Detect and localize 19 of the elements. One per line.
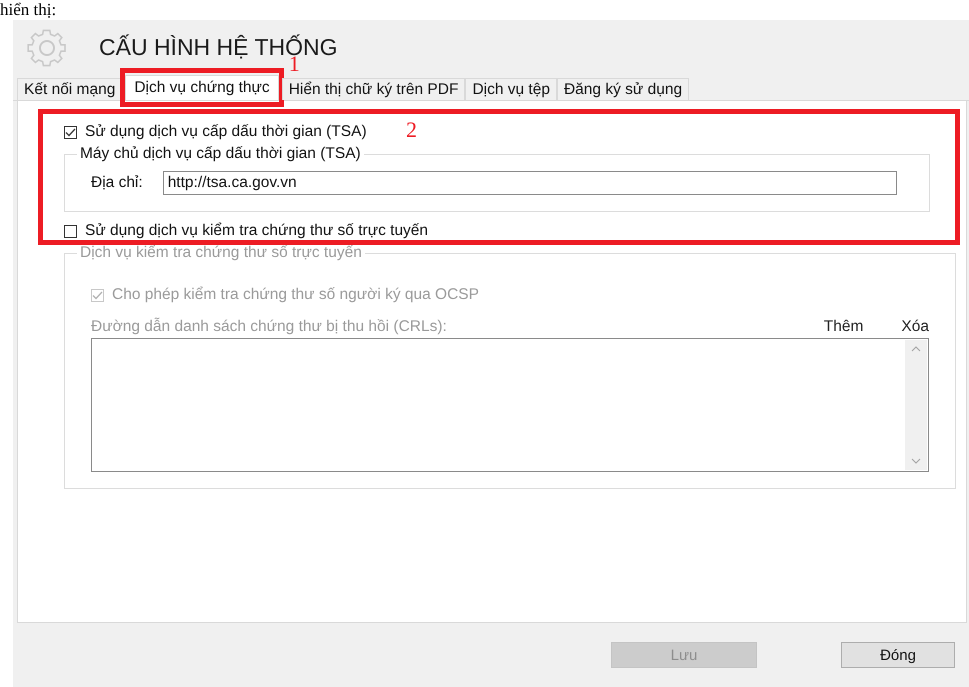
- tab[interactable]: Hiển thị chữ ký trên PDF: [282, 78, 466, 100]
- tab[interactable]: Dịch vụ chứng thực: [125, 75, 279, 100]
- chevron-up-icon[interactable]: [911, 346, 921, 352]
- group-title: Máy chủ dịch vụ cấp dấu thời gian (TSA): [79, 145, 362, 163]
- checkbox-label: Sử dụng dịch vụ kiểm tra chứng thư số trực tuyến: [85, 222, 428, 240]
- checkbox-label: Cho phép kiểm tra chứng thư số người ký qua OCSP: [112, 286, 479, 304]
- tab[interactable]: Dịch vụ tệp: [465, 78, 557, 100]
- page-caption: hiển thị:: [0, 0, 56, 20]
- field-label: Đường dẫn danh sách chứng thư bị thu hồi (CRLs):: [91, 318, 448, 336]
- checkbox-label: Sử dụng dịch vụ cấp dấu thời gian (TSA): [85, 123, 367, 141]
- group-title: Dịch vụ kiểm tra chứng thư số trực tuyến: [79, 244, 363, 262]
- close-button[interactable]: Đóng: [841, 642, 955, 668]
- chevron-down-icon[interactable]: [911, 458, 921, 464]
- input-field[interactable]: http://tsa.ca.gov.vn: [162, 171, 897, 195]
- tab[interactable]: Đăng ký sử dụng: [556, 78, 690, 100]
- checkbox[interactable]: [64, 126, 77, 138]
- tab[interactable]: Kết nối mạng: [17, 78, 122, 100]
- annotation-number: 2: [406, 119, 417, 141]
- field-label: Địa chỉ:: [91, 174, 143, 192]
